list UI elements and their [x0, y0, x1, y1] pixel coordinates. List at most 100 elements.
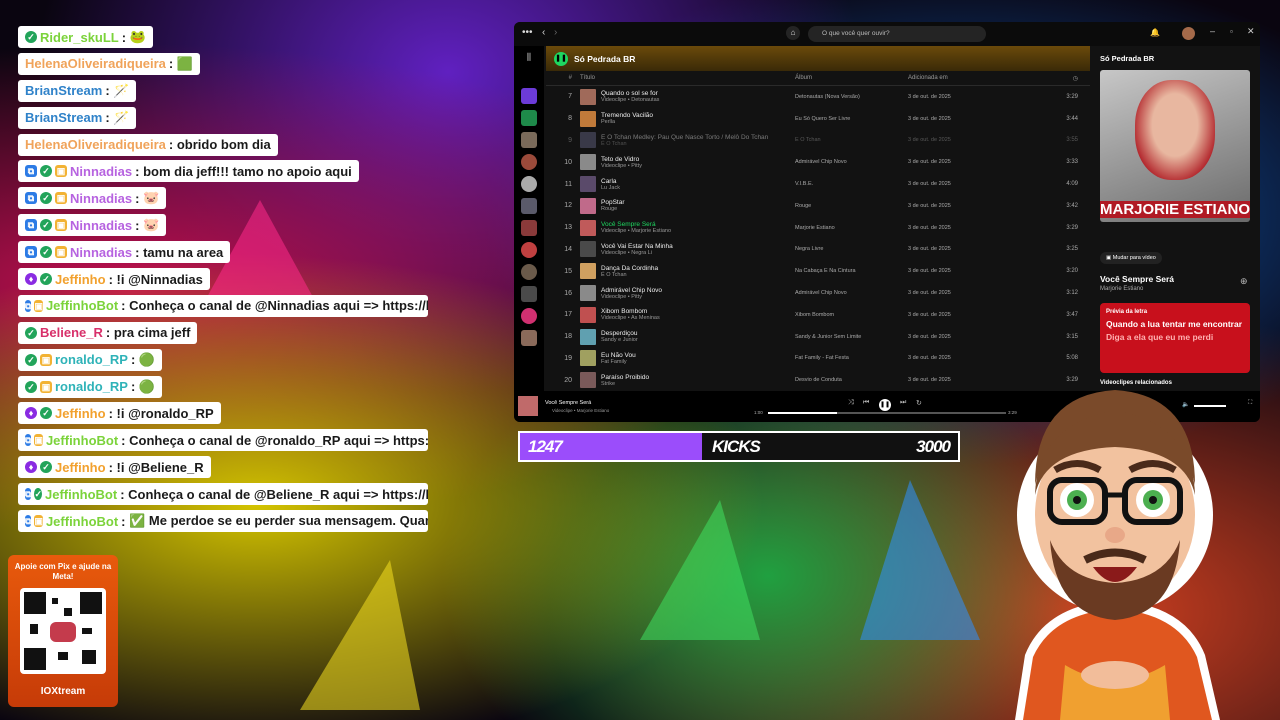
chat-username[interactable]: HelenaOliveiradiqueira: [25, 137, 166, 152]
minimize-icon[interactable]: –: [1210, 26, 1215, 36]
track-row[interactable]: 12 PopStar Rouge Rouge 3 de out. de 2025 3:42: [546, 195, 1090, 217]
track-artist[interactable]: É O Tchan: [601, 141, 795, 147]
play-button[interactable]: ❚❚: [554, 51, 568, 66]
switch-video-button[interactable]: ▣ Mudar para vídeo: [1100, 252, 1162, 264]
chat-username[interactable]: Rider_skuLL: [40, 30, 119, 45]
playlist-thumb[interactable]: [521, 220, 537, 236]
lyrics-card[interactable]: Prévia da letra Quando a lua tentar me e…: [1100, 303, 1250, 373]
track-artist[interactable]: Videoclipe • Detonautas: [601, 97, 795, 103]
track-album[interactable]: Eu Só Quero Ser Livre: [795, 116, 908, 122]
track-artist[interactable]: É O Tchan: [601, 272, 795, 278]
chat-username[interactable]: JeffinhoBot: [46, 298, 118, 313]
playlist-thumb[interactable]: [521, 198, 537, 214]
maximize-icon[interactable]: ▫: [1230, 27, 1233, 36]
chat-username[interactable]: JeffinhoBot: [46, 433, 118, 448]
track-row[interactable]: 10 Teto de Vidro Videoclipe • Pitty Admiráv…: [546, 151, 1090, 173]
track-row[interactable]: 11 Carla Lu Jack V.I.B.E. 3 de out. de 2025 4…: [546, 173, 1090, 195]
playlist-thumb[interactable]: [521, 308, 537, 324]
track-row[interactable]: 18 Desperdiçou Sandy e Junior Sandy & Junio…: [546, 326, 1090, 348]
avatar[interactable]: [1182, 27, 1195, 40]
track-title[interactable]: Desperdiçou: [601, 330, 795, 337]
track-artist[interactable]: Sandy e Junior: [601, 337, 795, 343]
col-title[interactable]: Título: [580, 75, 795, 81]
chat-username[interactable]: JeffinhoBot: [45, 487, 117, 502]
player-song[interactable]: Você Sempre Será: [545, 400, 591, 406]
track-artist[interactable]: Videoclipe • Negra Li: [601, 250, 795, 256]
track-artist[interactable]: Rouge: [601, 206, 795, 212]
track-album[interactable]: Admirável Chip Novo: [795, 290, 908, 296]
track-album[interactable]: Rouge: [795, 203, 908, 209]
chat-username[interactable]: BrianStream: [25, 110, 102, 125]
chat-username[interactable]: Jeffinho: [55, 272, 106, 287]
track-artist[interactable]: Videoclipe • Pitty: [601, 163, 795, 169]
playlist-thumb[interactable]: [521, 286, 537, 302]
chat-username[interactable]: Ninnadias: [70, 218, 132, 233]
close-icon[interactable]: ✕: [1247, 26, 1255, 37]
chat-username[interactable]: Jeffinho: [55, 460, 106, 475]
chat-username[interactable]: Ninnadias: [70, 191, 132, 206]
back-icon[interactable]: ‹: [542, 27, 545, 38]
track-row[interactable]: 7 Quando o sol se for Videoclipe • Detonau…: [546, 86, 1090, 108]
repeat-icon[interactable]: ↻: [916, 399, 922, 407]
track-album[interactable]: Fat Family - Fat Festa: [795, 355, 908, 361]
playlist-thumb[interactable]: [521, 242, 537, 258]
search-input[interactable]: O que você quer ouvir?: [808, 26, 986, 42]
track-title[interactable]: Paraíso Proibido: [601, 374, 795, 381]
chat-username[interactable]: BrianStream: [25, 83, 102, 98]
next-icon[interactable]: ⏭: [900, 399, 906, 407]
track-artist[interactable]: Fat Family: [601, 359, 795, 365]
library-icon[interactable]: ⫼: [521, 52, 537, 68]
track-artist[interactable]: Videoclipe • Marjorie Estiano: [601, 228, 795, 234]
track-artist[interactable]: Videoclipe • As Meninas: [601, 315, 795, 321]
previous-icon[interactable]: ⏮: [863, 399, 869, 407]
chat-username[interactable]: Ninnadias: [70, 245, 132, 260]
track-title[interactable]: É O Tchan Medley: Pau Que Nasce Torto / …: [601, 134, 795, 141]
bell-icon[interactable]: 🔔: [1150, 28, 1160, 37]
track-title[interactable]: PopStar: [601, 199, 795, 206]
saved-episodes-icon[interactable]: [521, 110, 537, 126]
menu-dots-icon[interactable]: •••: [522, 27, 533, 38]
track-row[interactable]: 9 É O Tchan Medley: Pau Que Nasce Torto /…: [546, 130, 1090, 152]
track-row[interactable]: 8 Tremendo Vacilão Perlla Eu Só Quero Ser L…: [546, 108, 1090, 130]
track-title[interactable]: Você Vai Estar Na Minha: [601, 243, 795, 250]
chat-username[interactable]: JeffinhoBot: [46, 514, 118, 529]
chat-username[interactable]: Ninnadias: [70, 164, 132, 179]
track-row[interactable]: 13 Você Sempre Será Videoclipe • Marjorie …: [546, 217, 1090, 239]
liked-songs-icon[interactable]: [521, 88, 537, 104]
fullscreen-icon[interactable]: ⛶: [1248, 400, 1252, 407]
shuffle-icon[interactable]: ⤨: [848, 399, 854, 407]
chat-username[interactable]: ronaldo_RP: [55, 379, 128, 394]
track-row[interactable]: 14 Você Vai Estar Na Minha Videoclipe • Ne…: [546, 239, 1090, 261]
track-title[interactable]: Xibom Bombom: [601, 308, 795, 315]
playlist-thumb[interactable]: [521, 264, 537, 280]
track-album[interactable]: Xibom Bombom: [795, 312, 908, 318]
track-title[interactable]: Dança Da Cordinha: [601, 265, 795, 272]
track-album[interactable]: Detonautas (Nova Versão): [795, 94, 908, 100]
track-title[interactable]: Eu Não Vou: [601, 352, 795, 359]
col-album[interactable]: Álbum: [795, 75, 908, 81]
player-artist[interactable]: Videoclipe • Marjorie Estiano: [552, 408, 609, 413]
track-album[interactable]: Admirável Chip Novo: [795, 159, 908, 165]
track-title[interactable]: Admirável Chip Novo: [601, 287, 795, 294]
track-row[interactable]: 17 Xibom Bombom Videoclipe • As Meninas Xib…: [546, 304, 1090, 326]
playlist-thumb[interactable]: [521, 176, 537, 192]
track-album[interactable]: Desvio de Conduta: [795, 377, 908, 383]
track-artist[interactable]: Lu Jack: [601, 185, 795, 191]
chat-username[interactable]: Beliene_R: [40, 325, 103, 340]
playlist-thumb[interactable]: [521, 132, 537, 148]
track-artist[interactable]: Perlla: [601, 119, 795, 125]
home-icon[interactable]: ⌂: [786, 26, 800, 40]
track-album[interactable]: Negra Livre: [795, 246, 908, 252]
track-album[interactable]: Sandy & Junior Sem Limite: [795, 334, 908, 340]
playlist-thumb[interactable]: [521, 154, 537, 170]
track-title[interactable]: Você Sempre Será: [601, 221, 795, 228]
forward-icon[interactable]: ›: [554, 27, 557, 38]
track-title[interactable]: Carla: [601, 178, 795, 185]
track-album[interactable]: É O Tchan: [795, 137, 908, 143]
track-row[interactable]: 15 Dança Da Cordinha É O Tchan Na Cabaça E …: [546, 260, 1090, 282]
pause-button[interactable]: ❚❚: [879, 399, 891, 411]
progress-bar[interactable]: [768, 412, 1006, 414]
track-album[interactable]: Marjorie Estiano: [795, 225, 908, 231]
col-added[interactable]: Adicionada em: [908, 75, 1038, 81]
track-artist[interactable]: Videoclipe • Pitty: [601, 294, 795, 300]
